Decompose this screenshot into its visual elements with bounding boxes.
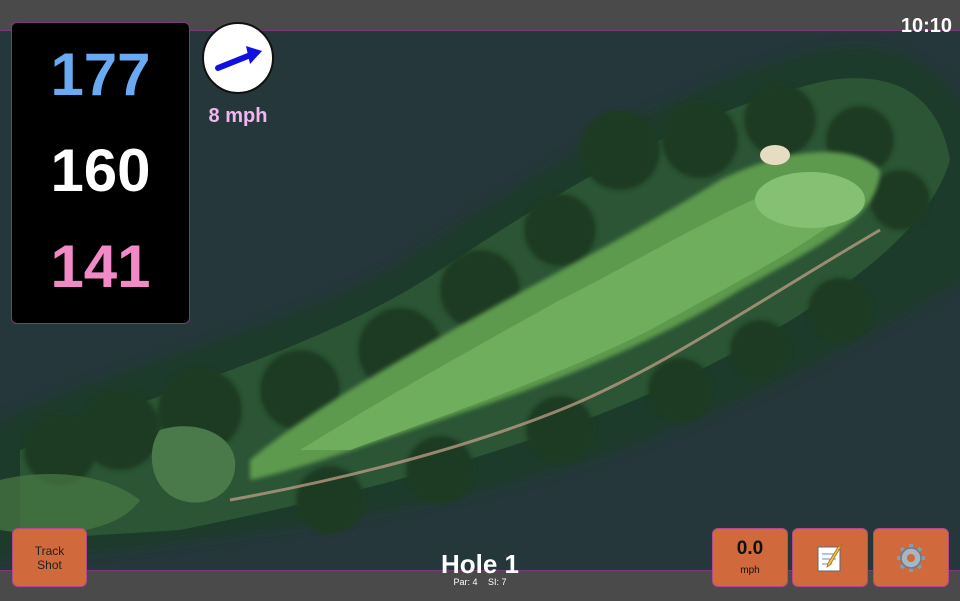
clock: 10:10 [900, 15, 952, 37]
distance-panel: 177 160 141 [11, 22, 190, 324]
settings-button[interactable] [873, 528, 949, 587]
hole-par: Par: 4 [453, 577, 478, 587]
notepad-icon [817, 543, 844, 571]
wind-direction-dial [202, 22, 274, 94]
gear-icon [897, 543, 925, 572]
speed-button[interactable]: 0.0 mph [712, 528, 788, 587]
speed-unit: mph [740, 565, 760, 576]
distance-back: 177 [50, 41, 151, 108]
arrow-icon [215, 46, 262, 71]
hole-meta: Par: 4 SI: 7 [380, 577, 580, 587]
track-shot-button[interactable]: Track Shot [12, 528, 87, 587]
notes-button[interactable] [792, 528, 868, 587]
wind-speed: 8 mph [208, 105, 268, 127]
hole-title: Hole 1 [440, 549, 520, 579]
distance-front: 141 [50, 233, 151, 300]
hole-stroke-index: SI: 7 [488, 577, 507, 587]
distance-middle: 160 [50, 137, 151, 204]
speed-value: 0.0 [736, 538, 764, 559]
track-shot-label: Track Shot [34, 543, 65, 572]
